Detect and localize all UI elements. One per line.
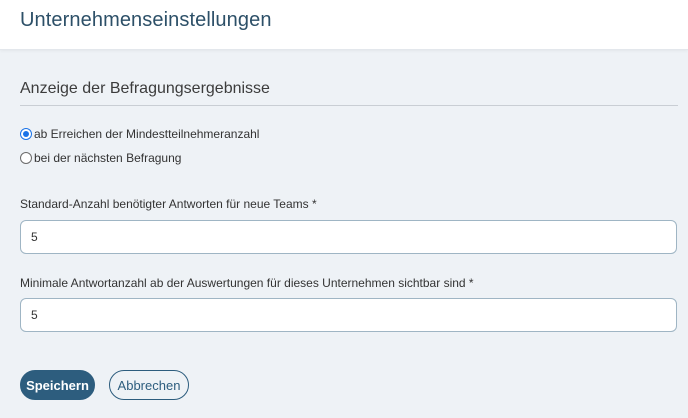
radio-label: bei der nächsten Befragung [34,151,182,165]
min-answers-input[interactable] [20,298,677,332]
radio-button[interactable] [20,152,32,164]
save-button[interactable]: Speichern [20,370,95,400]
section-title: Anzeige der Befragungsergebnisse [20,80,270,97]
page-header: Unternehmenseinstellungen [0,0,688,50]
radio-label: ab Erreichen der Mindestteilnehmeranzahl [34,127,260,141]
radio-option-min-participants[interactable]: ab Erreichen der Mindestteilnehmeranzahl [20,126,259,142]
default-answers-input[interactable] [20,220,677,254]
radio-button-selected[interactable] [20,128,32,140]
default-answers-label: Standard-Anzahl benötigter Antworten für… [20,197,317,211]
page-title: Unternehmenseinstellungen [20,9,272,31]
min-answers-label: Minimale Antwortanzahl ab der Auswertung… [20,276,474,290]
radio-option-next-survey[interactable]: bei der nächsten Befragung [20,150,181,166]
section-divider [20,105,678,106]
cancel-button[interactable]: Abbrechen [109,370,189,400]
radio-dot [23,131,29,137]
